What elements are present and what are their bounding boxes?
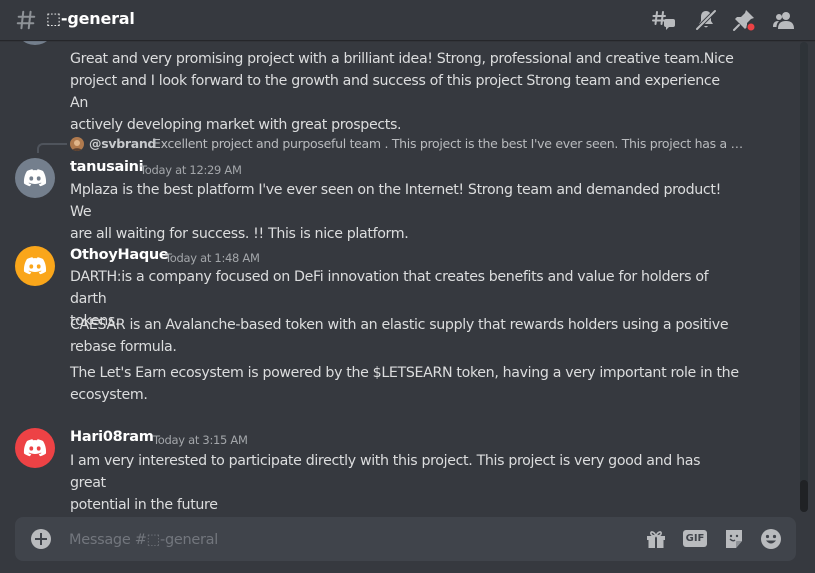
message-line: DARTH:is a company focused on DeFi innov… (70, 269, 709, 307)
message-input[interactable] (67, 527, 591, 553)
reply-avatar[interactable] (70, 137, 84, 151)
message-content: CAESAR is an Avalanche-based token with … (70, 314, 740, 358)
message-composer: GIF (15, 517, 796, 561)
message-line: Mplaza is the best platform I've ever se… (70, 182, 721, 220)
message-line: ecosystem. (70, 387, 148, 403)
username[interactable]: OthoyHaque (70, 247, 169, 263)
emoji-icon[interactable] (759, 527, 783, 551)
message-line: Great and very promising project with a … (70, 51, 734, 67)
message-line: actively developing market with great pr… (70, 117, 402, 133)
pin-icon[interactable] (732, 8, 756, 32)
timestamp: Today at 3:15 AM (153, 433, 248, 447)
message-line: The Let's Earn ecosystem is powered by t… (70, 365, 739, 381)
username[interactable]: Hari08ram (70, 429, 154, 445)
reply-spine (37, 143, 67, 153)
scrollbar-track[interactable] (800, 42, 808, 512)
avatar[interactable] (15, 158, 55, 198)
message-line: potential in the future (70, 497, 218, 513)
channel-header: ⬚-general (0, 0, 815, 40)
hash-icon (16, 10, 36, 30)
notification-muted-icon[interactable] (694, 8, 718, 32)
avatar[interactable] (15, 246, 55, 286)
message-line: CAESAR is an Avalanche-based token with … (70, 317, 729, 333)
timestamp: Today at 1:48 AM (165, 251, 260, 265)
message-line: rebase formula. (70, 339, 177, 355)
gif-icon[interactable]: GIF (683, 530, 707, 547)
discord-logo-icon (23, 169, 47, 187)
message-line: I am very interested to participate dire… (70, 453, 701, 491)
member-list-icon[interactable] (772, 8, 796, 32)
message-content: Mplaza is the best platform I've ever se… (70, 179, 740, 245)
notification-dot (747, 23, 755, 31)
message-line: project and I look forward to the growth… (70, 73, 720, 111)
reply-author[interactable]: @svbrand (89, 136, 156, 151)
gif-label: GIF (685, 533, 705, 544)
timestamp: Today at 12:29 AM (140, 163, 242, 177)
scrollbar-thumb[interactable] (800, 480, 808, 512)
threads-icon[interactable] (652, 8, 676, 32)
message-content: Great and very promising project with a … (70, 48, 740, 136)
reply-preview[interactable]: Excellent project and purposeful team . … (153, 136, 748, 151)
discord-logo-icon (23, 439, 47, 457)
username[interactable]: tanusaini (70, 159, 144, 175)
sticker-icon[interactable] (722, 527, 746, 551)
message-content: The Let's Earn ecosystem is powered by t… (70, 362, 740, 406)
message-line: are all waiting for success. !! This is … (70, 226, 409, 242)
avatar[interactable] (15, 428, 55, 468)
channel-name: ⬚-general (46, 9, 135, 28)
gift-icon[interactable] (644, 527, 668, 551)
add-attachment-button[interactable] (31, 529, 51, 549)
message-content: I am very interested to participate dire… (70, 450, 740, 516)
discord-logo-icon (23, 257, 47, 275)
